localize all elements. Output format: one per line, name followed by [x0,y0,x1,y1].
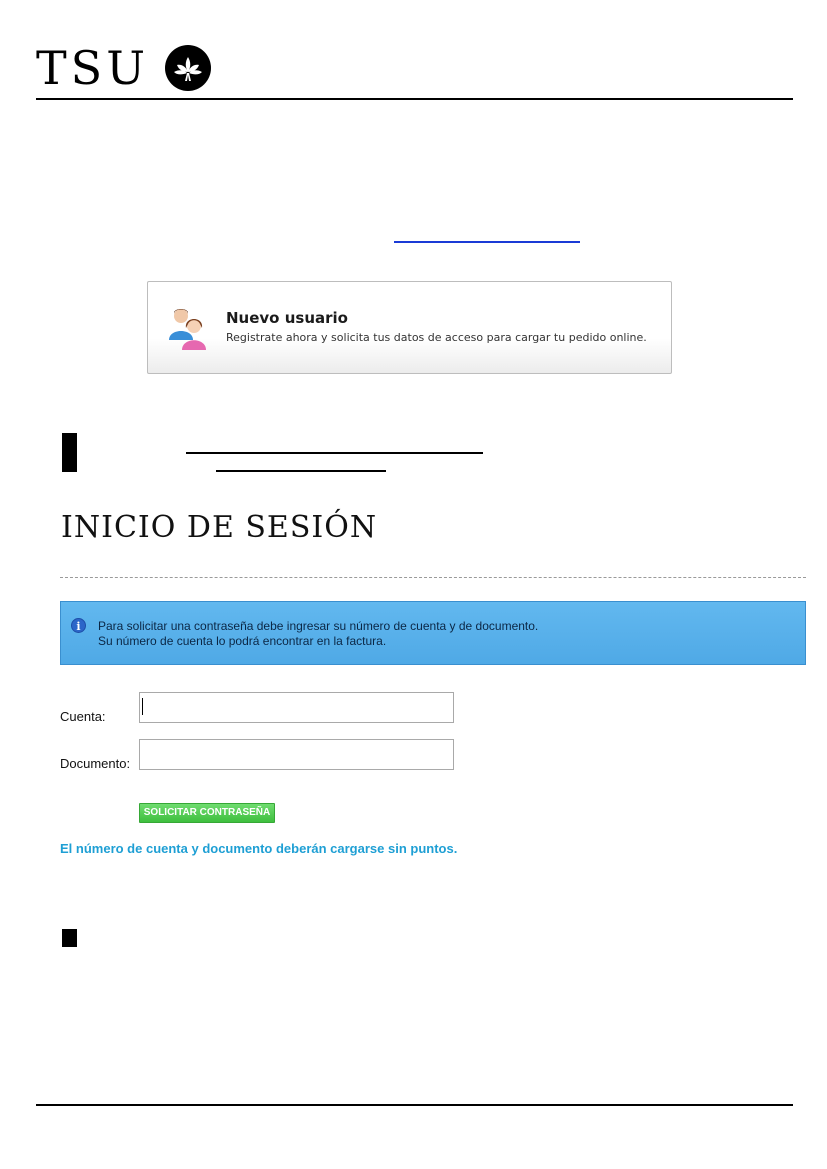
info-text-line: Su número de cuenta lo podrá encontrar e… [98,634,387,648]
new-user-title: Nuevo usuario [226,309,348,327]
info-message: i Para solicitar una contraseña debe ing… [60,601,806,665]
info-text-line: Para solicitar una contraseña debe ingre… [98,619,539,633]
footer-divider [36,1104,793,1106]
header-divider [36,98,793,100]
solicitar-contrasena-button[interactable]: SOLICITAR CONTRASEÑA [139,803,275,823]
bullet-marker [62,433,77,472]
brand-logo-text: TSU [36,41,149,95]
text-caret [142,698,143,715]
link-underline[interactable] [216,470,386,472]
link-underline[interactable] [186,452,483,454]
lotus-flower-icon [165,45,211,91]
documento-label: Documento: [60,756,131,771]
hyperlink[interactable] [394,226,580,243]
cuenta-input[interactable] [139,692,454,723]
documento-input[interactable] [139,739,454,770]
bullet-marker [62,929,77,947]
info-icon: i [71,618,86,633]
new-user-banner[interactable]: Nuevo usuario Registrate ahora y solicit… [147,281,672,374]
users-icon [168,306,210,352]
new-user-description: Registrate ahora y solicita tus datos de… [226,331,647,344]
cuenta-label: Cuenta: [60,709,106,724]
form-note: El número de cuenta y documento deberán … [60,841,458,856]
section-divider [60,577,806,578]
page-title: INICIO DE SESIÓN [61,510,378,545]
